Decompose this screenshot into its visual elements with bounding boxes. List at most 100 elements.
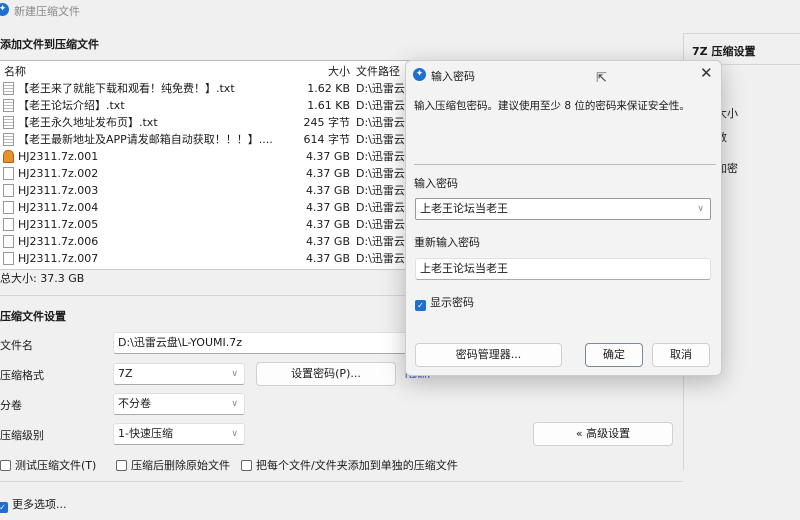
file-icon [3,167,14,180]
filename-input[interactable]: D:\迅雷云盘\L-YOUMI.7z [113,332,413,354]
table-row[interactable]: 【老王最新地址及APP请发邮箱自动获取！！！】.... 614 字节 D:\迅雷云 [0,131,410,148]
file-path: D:\迅雷云 [356,150,405,163]
file-path: D:\迅雷云 [356,99,405,112]
level-select[interactable]: 1-快速压缩 ∨ [113,423,245,445]
advanced-settings-button[interactable]: « 高级设置 [533,422,673,446]
file-path: D:\迅雷云 [356,133,405,146]
file-name: HJ2311.7z.001 [18,150,99,163]
settings-title: 压缩文件设置 [0,310,66,323]
file-size: 614 字节 [303,133,351,146]
divider [414,164,716,165]
file-name: 【老王来了就能下载和观看！纯免费！】.txt [18,82,235,95]
split-value: 不分卷 [118,397,151,410]
checkmark-icon: ✓ [0,502,8,513]
show-password-label: 显示密码 [430,296,474,309]
dialog-description: 输入压缩包密码。建议使用至少 8 位的密码来保证安全性。 [414,100,690,112]
column-size[interactable]: 大小 [328,63,350,80]
file-path: D:\迅雷云 [356,82,405,95]
text-file-icon [3,116,14,129]
file-size: 4.37 GB [305,167,350,180]
file-icon [3,252,14,265]
text-file-icon [3,99,14,112]
table-row[interactable]: HJ2311.7z.005 4.37 GB D:\迅雷云 [0,216,410,233]
format-value: 7Z [118,367,133,380]
cancel-button[interactable]: 取消 [652,343,710,367]
file-name: 【老王永久地址发布页】.txt [18,116,158,129]
file-size: 4.37 GB [305,235,350,248]
column-path[interactable]: 文件路径 [356,63,400,80]
table-row[interactable]: 【老王永久地址发布页】.txt 245 字节 D:\迅雷云 [0,114,410,131]
file-name: 【老王论坛介绍】.txt [18,99,125,112]
file-path: D:\迅雷云 [356,116,405,129]
file-size: 1.62 KB [307,82,350,95]
level-value: 1-快速压缩 [118,427,173,440]
checkmark-icon: ✓ [415,300,426,311]
chevron-down-icon: ∨ [697,204,704,214]
file-path: D:\迅雷云 [356,167,405,180]
password-input[interactable]: 上老王论坛当老王 ∨ [415,198,711,220]
file-path: D:\迅雷云 [356,184,405,197]
divider [0,481,683,482]
format-select[interactable]: 7Z ∨ [113,363,245,385]
app-logo-icon: ✦ [0,3,9,16]
set-password-button[interactable]: 设置密码(P)... [256,362,396,386]
table-row[interactable]: HJ2311.7z.003 4.37 GB D:\迅雷云 [0,182,410,199]
reenter-password-input[interactable]: 上老王论坛当老王 [415,258,711,280]
title-bar: ✦ 新建压缩文件 [0,0,800,20]
table-row[interactable]: HJ2311.7z.006 4.37 GB D:\迅雷云 [0,233,410,250]
file-name: HJ2311.7z.004 [18,201,99,214]
more-options-label: 更多选项... [12,498,67,511]
table-row[interactable]: HJ2311.7z.002 4.37 GB D:\迅雷云 [0,165,410,182]
close-icon[interactable]: ✕ [700,64,713,82]
file-size: 4.37 GB [305,150,350,163]
chevron-down-icon: ∨ [231,429,238,439]
file-icon [3,235,14,248]
app-logo-icon: ✦ [413,68,426,81]
checkbox-icon [116,460,127,471]
file-path: D:\迅雷云 [356,235,405,248]
table-row[interactable]: HJ2311.7z.001 4.37 GB D:\迅雷云 [0,148,410,165]
password-manager-button[interactable]: 密码管理器... [415,343,562,367]
file-list[interactable]: 名称 大小 文件路径 【老王来了就能下载和观看！纯免费！】.txt 1.62 KB… [0,60,410,270]
file-name: HJ2311.7z.003 [18,184,99,197]
test-label: 测试压缩文件(T) [15,459,97,472]
ok-button[interactable]: 确定 [585,343,643,367]
file-icon [3,201,14,214]
show-password-checkbox[interactable]: ✓ 显示密码 [415,294,474,311]
password-dialog: ✦ 输入密码 ✕ 输入压缩包密码。建议使用至少 8 位的密码来保证安全性。 输入… [405,60,722,376]
separate-checkbox[interactable]: 把每个文件/文件夹添加到单独的压缩文件 [241,457,458,473]
chevron-down-icon: ∨ [231,369,238,379]
checkbox-icon [0,460,11,471]
file-size: 4.37 GB [305,201,350,214]
chevron-down-icon: ∨ [231,399,238,409]
mouse-cursor-icon: ⇱ [596,71,607,86]
separate-label: 把每个文件/文件夹添加到单独的压缩文件 [256,459,458,472]
file-size: 4.37 GB [305,218,350,231]
password-label: 输入密码 [414,177,458,190]
table-row[interactable]: 【老王来了就能下载和观看！纯免费！】.txt 1.62 KB D:\迅雷云 [0,80,410,97]
add-section-title: 添加文件到压缩文件 [0,38,99,51]
reenter-label: 重新输入密码 [414,236,480,249]
file-path: D:\迅雷云 [356,218,405,231]
filename-label: 文件名 [0,339,33,352]
file-name: HJ2311.7z.006 [18,235,99,248]
delete-label: 压缩后删除原始文件 [131,459,230,472]
table-row[interactable]: HJ2311.7z.004 4.37 GB D:\迅雷云 [0,199,410,216]
right-panel-title: 7Z 压缩设置 [692,45,756,58]
more-options-checkbox[interactable]: ✓ 更多选项... [0,496,67,513]
file-icon [3,218,14,231]
file-size: 4.37 GB [305,252,350,265]
split-select[interactable]: 不分卷 ∨ [113,393,245,415]
level-label: 压缩级别 [0,429,44,442]
split-label: 分卷 [0,399,22,412]
column-name[interactable]: 名称 [4,63,26,80]
table-row[interactable]: 【老王论坛介绍】.txt 1.61 KB D:\迅雷云 [0,97,410,114]
test-checkbox[interactable]: 测试压缩文件(T) [0,457,96,473]
window-title: 新建压缩文件 [14,5,80,18]
table-row[interactable]: HJ2311.7z.007 4.37 GB D:\迅雷云 [0,250,410,267]
total-size: 总大小: 37.3 GB [0,272,85,285]
delete-checkbox[interactable]: 压缩后删除原始文件 [116,457,230,473]
file-name: HJ2311.7z.005 [18,218,99,231]
checkbox-icon [241,460,252,471]
file-icon [3,184,14,197]
